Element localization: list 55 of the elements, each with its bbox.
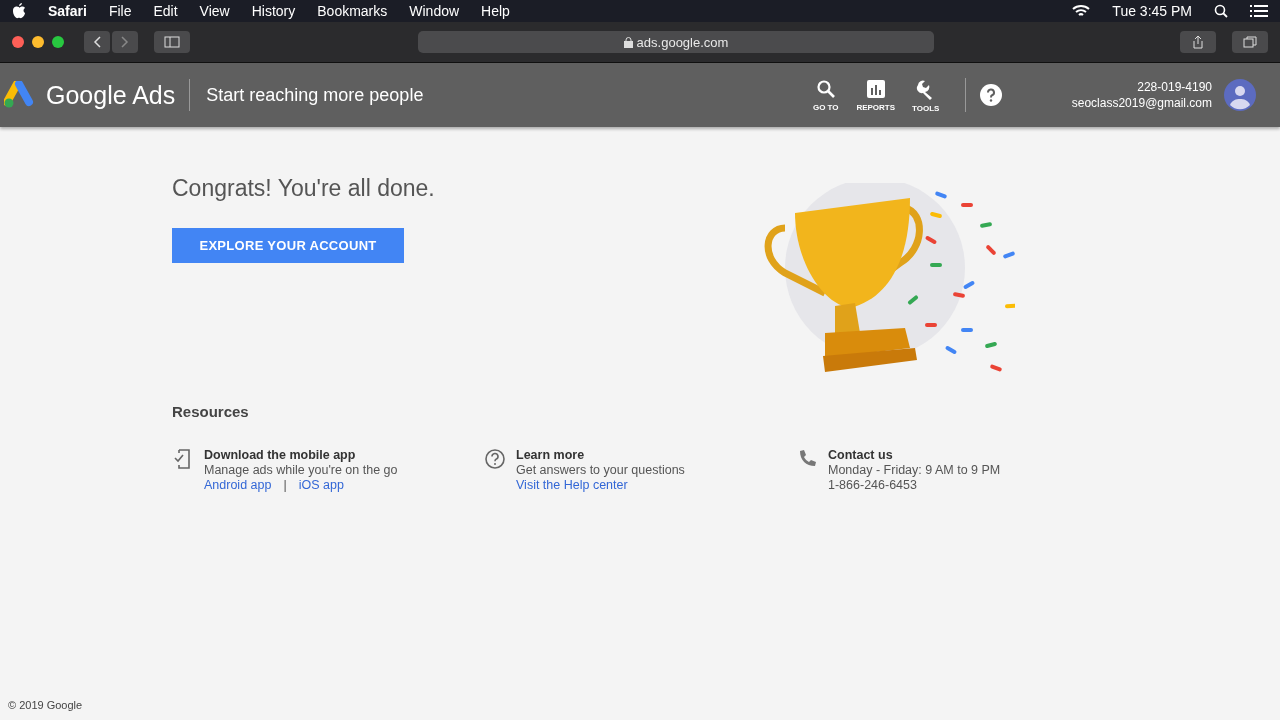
toolbar-button[interactable]: GO TO <box>800 78 851 112</box>
resource-link[interactable]: Android app <box>204 478 272 492</box>
menu-item[interactable]: File <box>108 3 132 19</box>
tabs-button[interactable] <box>1232 31 1268 53</box>
sidebar-button[interactable] <box>154 31 190 53</box>
share-button[interactable] <box>1180 31 1216 53</box>
back-button[interactable] <box>84 31 110 53</box>
copyright: © 2019 Google <box>7 699 84 713</box>
phone-number: 1-866-246-6453 <box>828 478 918 493</box>
list-icon[interactable] <box>1250 5 1268 17</box>
wifi-icon[interactable] <box>1072 4 1091 18</box>
toolbar-button[interactable]: TOOLS <box>900 77 951 113</box>
back-icon <box>93 36 101 48</box>
menu-item[interactable]: View <box>199 3 230 19</box>
account-id: 228-019-4190 <box>1137 80 1212 94</box>
sidebar-icon <box>164 36 180 48</box>
resource-title: Download the mobile app <box>204 448 357 463</box>
share-icon <box>1192 35 1204 49</box>
apple-logo-icon[interactable] <box>12 3 26 19</box>
clock[interactable]: Tue 3:45 PM <box>1112 3 1192 19</box>
google-ads-logo-icon[interactable] <box>4 81 36 109</box>
help-icon[interactable] <box>979 84 1002 106</box>
resource-text: Get answers to your questions <box>516 463 685 478</box>
menu-item[interactable]: Bookmarks <box>317 3 388 19</box>
address-bar[interactable]: ads.google.com <box>418 31 934 53</box>
menu-item[interactable]: Help <box>481 3 510 19</box>
resource-text: Manage ads while you're on the go <box>204 463 398 478</box>
page-subtitle: Start reaching more people <box>206 84 424 106</box>
explore-account-button[interactable]: EXPLORE YOUR ACCOUNT <box>172 228 404 263</box>
close-button[interactable] <box>12 36 24 48</box>
resource-link[interactable]: Visit the Help center <box>516 478 628 492</box>
menu-item[interactable]: Window <box>409 3 460 19</box>
bar-chart-icon <box>865 78 886 99</box>
tabs-icon <box>1243 36 1257 48</box>
resources-heading: Resources <box>172 403 250 420</box>
forward-icon <box>121 36 129 48</box>
congrats-heading: Congrats! You're all done. <box>172 175 435 202</box>
search-icon <box>815 78 836 99</box>
search-icon[interactable] <box>1214 4 1228 18</box>
resource-link[interactable]: iOS app <box>298 478 344 492</box>
brand-name: Google Ads <box>46 79 191 111</box>
link-separator: | <box>283 478 287 492</box>
menu-item[interactable]: Edit <box>153 3 178 19</box>
menu-item[interactable]: History <box>251 3 296 19</box>
zoom-button[interactable] <box>52 36 64 48</box>
resource-text: Monday - Friday: 9 AM to 9 PM <box>828 463 1001 478</box>
minimize-button[interactable] <box>32 36 44 48</box>
resource-title: Contact us <box>828 448 894 463</box>
help-icon <box>484 448 506 470</box>
account-email: seoclass2019@gmail.com <box>1071 96 1212 110</box>
avatar-icon[interactable] <box>1224 79 1256 111</box>
toolbar-button[interactable]: REPORTS <box>850 78 901 112</box>
lock-icon <box>623 36 633 48</box>
resource-title: Learn more <box>516 448 586 463</box>
menu-item[interactable]: Safari <box>48 3 87 19</box>
